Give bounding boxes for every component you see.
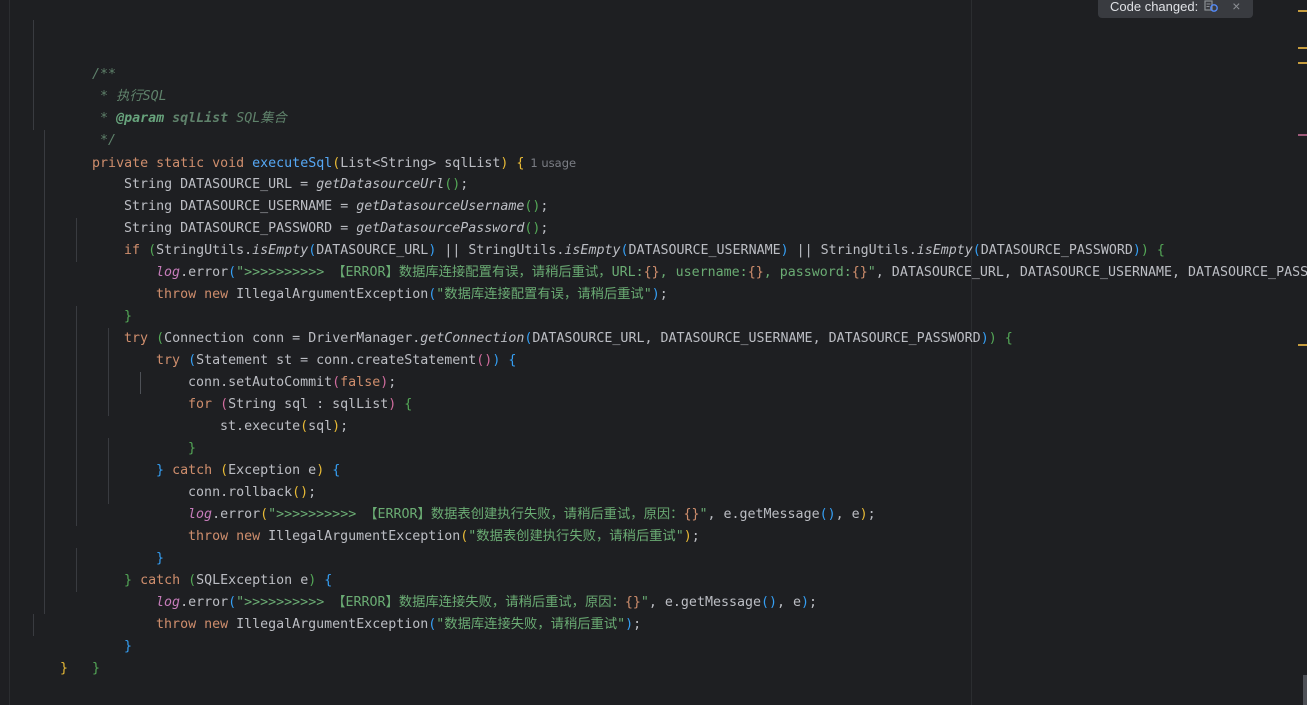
code-line[interactable]: } [0,636,1300,676]
code-line[interactable]: throw new IllegalArgumentException("数据库连… [0,240,1300,302]
code-line[interactable]: } catch (SQLException e) { [0,526,1300,588]
code-line[interactable]: String DATASOURCE_URL = getDatasourceUrl… [0,130,1300,192]
code-line[interactable]: log.error(">>>>>>>>>> 【ERROR】数据库连接失败，请稍后… [0,548,1300,610]
code-line[interactable]: * @param sqlList SQL集合 [0,64,1300,126]
code-line[interactable]: } [0,394,1300,456]
code-line[interactable]: String DATASOURCE_USERNAME = getDatasour… [0,152,1300,214]
code-changed-notification[interactable]: Code changed: × [1098,0,1253,18]
code-line[interactable]: * 执行SQL [0,42,1300,104]
code-line[interactable]: if (StringUtils.isEmpty(DATASOURCE_URL) … [0,196,1300,258]
code-line[interactable]: /** [0,20,1300,82]
code-line[interactable]: for (String sql : sqlList) { [0,350,1300,412]
warning-stripe-marker[interactable] [1298,10,1307,12]
code-line[interactable]: } [0,262,1300,324]
code-line[interactable]: */ [0,86,1300,148]
code-line[interactable]: try (Connection conn = DriverManager.get… [0,284,1300,346]
code-line[interactable]: conn.setAutoCommit(false); [0,328,1300,390]
close-icon[interactable]: × [1232,0,1240,14]
warning-stripe-marker[interactable] [1298,344,1307,346]
code-line[interactable]: String DATASOURCE_PASSWORD = getDatasour… [0,174,1300,236]
code-area[interactable]: /** * 执行SQL * @param sqlList SQL集合 */ pr… [0,20,1307,676]
code-line[interactable]: private static void executeSql(List<Stri… [0,108,1300,171]
code-line[interactable]: } [0,614,1300,676]
code-line[interactable]: } catch (Exception e) { [0,416,1300,478]
code-editor[interactable]: /** * 执行SQL * @param sqlList SQL集合 */ pr… [0,0,1307,705]
code-line[interactable]: log.error(">>>>>>>>>> 【ERROR】数据库连接配置有误，请… [0,218,1307,280]
diff-icon[interactable] [1204,0,1219,13]
warning-stripe-marker[interactable] [1298,62,1307,64]
warning-stripe-marker[interactable] [1298,47,1307,49]
code-line[interactable]: conn.rollback(); [0,438,1300,500]
notification-text: Code changed: [1110,0,1199,14]
code-line[interactable]: } [0,592,1300,654]
vertical-scrollbar-thumb[interactable] [1303,675,1307,705]
code-line[interactable]: } [0,504,1300,566]
error-stripe-marker[interactable] [1298,134,1307,136]
code-line[interactable]: throw new IllegalArgumentException("数据表创… [0,482,1300,544]
code-line[interactable]: try (Statement st = conn.createStatement… [0,306,1300,368]
code-line[interactable]: throw new IllegalArgumentException("数据库连… [0,570,1300,632]
code-line[interactable]: log.error(">>>>>>>>>> 【ERROR】数据表创建执行失败，请… [0,460,1300,522]
code-line[interactable]: st.execute(sql); [0,372,1300,434]
